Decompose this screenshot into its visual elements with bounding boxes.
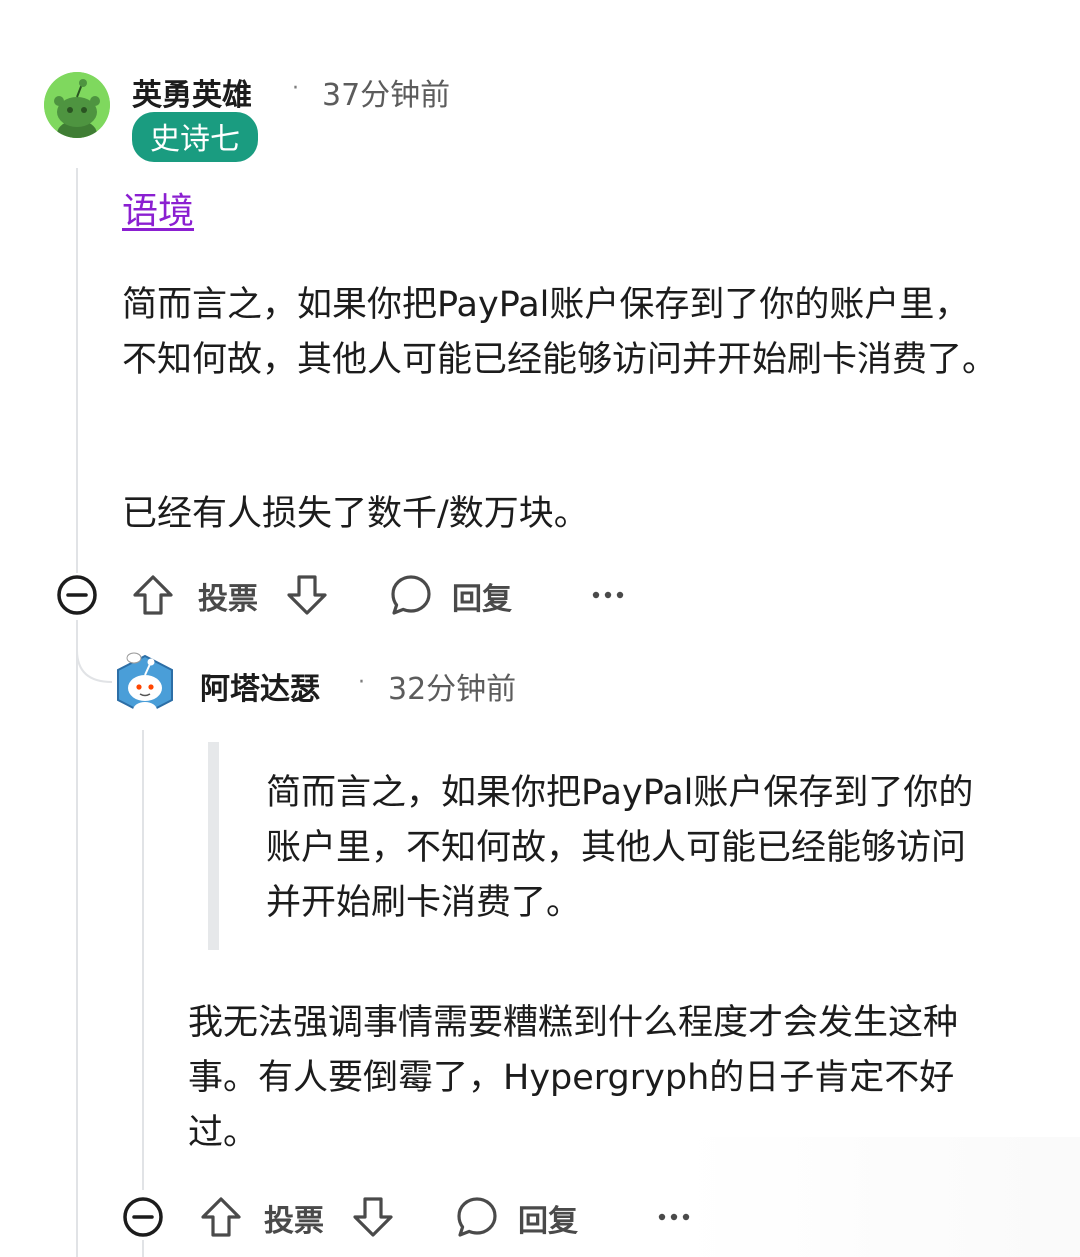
avatar[interactable]	[112, 650, 178, 718]
downvote-arrow-icon	[287, 575, 327, 615]
vote-label: 投票	[198, 582, 258, 617]
upvote-arrow-icon	[133, 575, 173, 615]
snoo-hex-avatar-icon	[117, 652, 173, 718]
collapse-button[interactable]	[120, 1192, 166, 1242]
collapse-minus-icon	[57, 575, 97, 615]
timestamp: 37分钟前	[322, 78, 451, 113]
snoo-avatar-icon	[44, 72, 110, 138]
downvote-button[interactable]	[350, 1192, 396, 1242]
user-flair: 史诗七	[132, 112, 258, 162]
thread-line-main-lower	[76, 620, 78, 1257]
upvote-arrow-icon	[201, 1197, 241, 1237]
thread-line-reply-lower	[142, 1240, 144, 1257]
upvote-button[interactable]	[130, 570, 176, 620]
downvote-arrow-icon	[353, 1197, 393, 1237]
more-dots-icon	[592, 591, 624, 599]
downvote-button[interactable]	[284, 570, 330, 620]
reply-action-bar: 投票 回复	[118, 1192, 718, 1242]
timestamp: 32分钟前	[388, 672, 517, 707]
comment-paragraph: 已经有人损失了数千/数万块。	[122, 494, 589, 534]
blockquote-bar	[208, 742, 219, 950]
comment-bubble-icon	[391, 575, 431, 615]
username[interactable]: 阿塔达瑟	[200, 664, 320, 708]
upvote-button[interactable]	[198, 1192, 244, 1242]
collapse-button[interactable]	[54, 570, 100, 620]
separator-dot: ·	[292, 76, 299, 101]
reply-label[interactable]: 回复	[452, 574, 512, 618]
comment-action-bar: 投票 回复	[50, 570, 650, 620]
context-link[interactable]: 语境	[122, 182, 194, 234]
thread-line-reply	[142, 730, 144, 1190]
reply-button[interactable]	[386, 570, 436, 620]
username[interactable]: 英勇英雄	[132, 70, 252, 114]
thread-line-main	[76, 168, 78, 573]
comment-bubble-icon	[457, 1197, 497, 1237]
reply-button[interactable]	[452, 1192, 502, 1242]
collapse-minus-icon	[123, 1197, 163, 1237]
separator-dot: ·	[358, 670, 365, 695]
watermark-overlay	[680, 1137, 1080, 1257]
thread-branch-curve	[76, 620, 113, 683]
reply-label[interactable]: 回复	[518, 1196, 578, 1240]
blockquote-text: 简而言之，如果你把PayPal账户保存到了你的账户里，不知何故，其他人可能已经能…	[266, 773, 974, 923]
more-options-button[interactable]	[586, 570, 630, 620]
comment-paragraph: 简而言之，如果你把PayPal账户保存到了你的账户里，不知何故，其他人可能已经能…	[122, 285, 998, 380]
vote-label: 投票	[264, 1204, 324, 1239]
avatar[interactable]	[44, 72, 110, 138]
